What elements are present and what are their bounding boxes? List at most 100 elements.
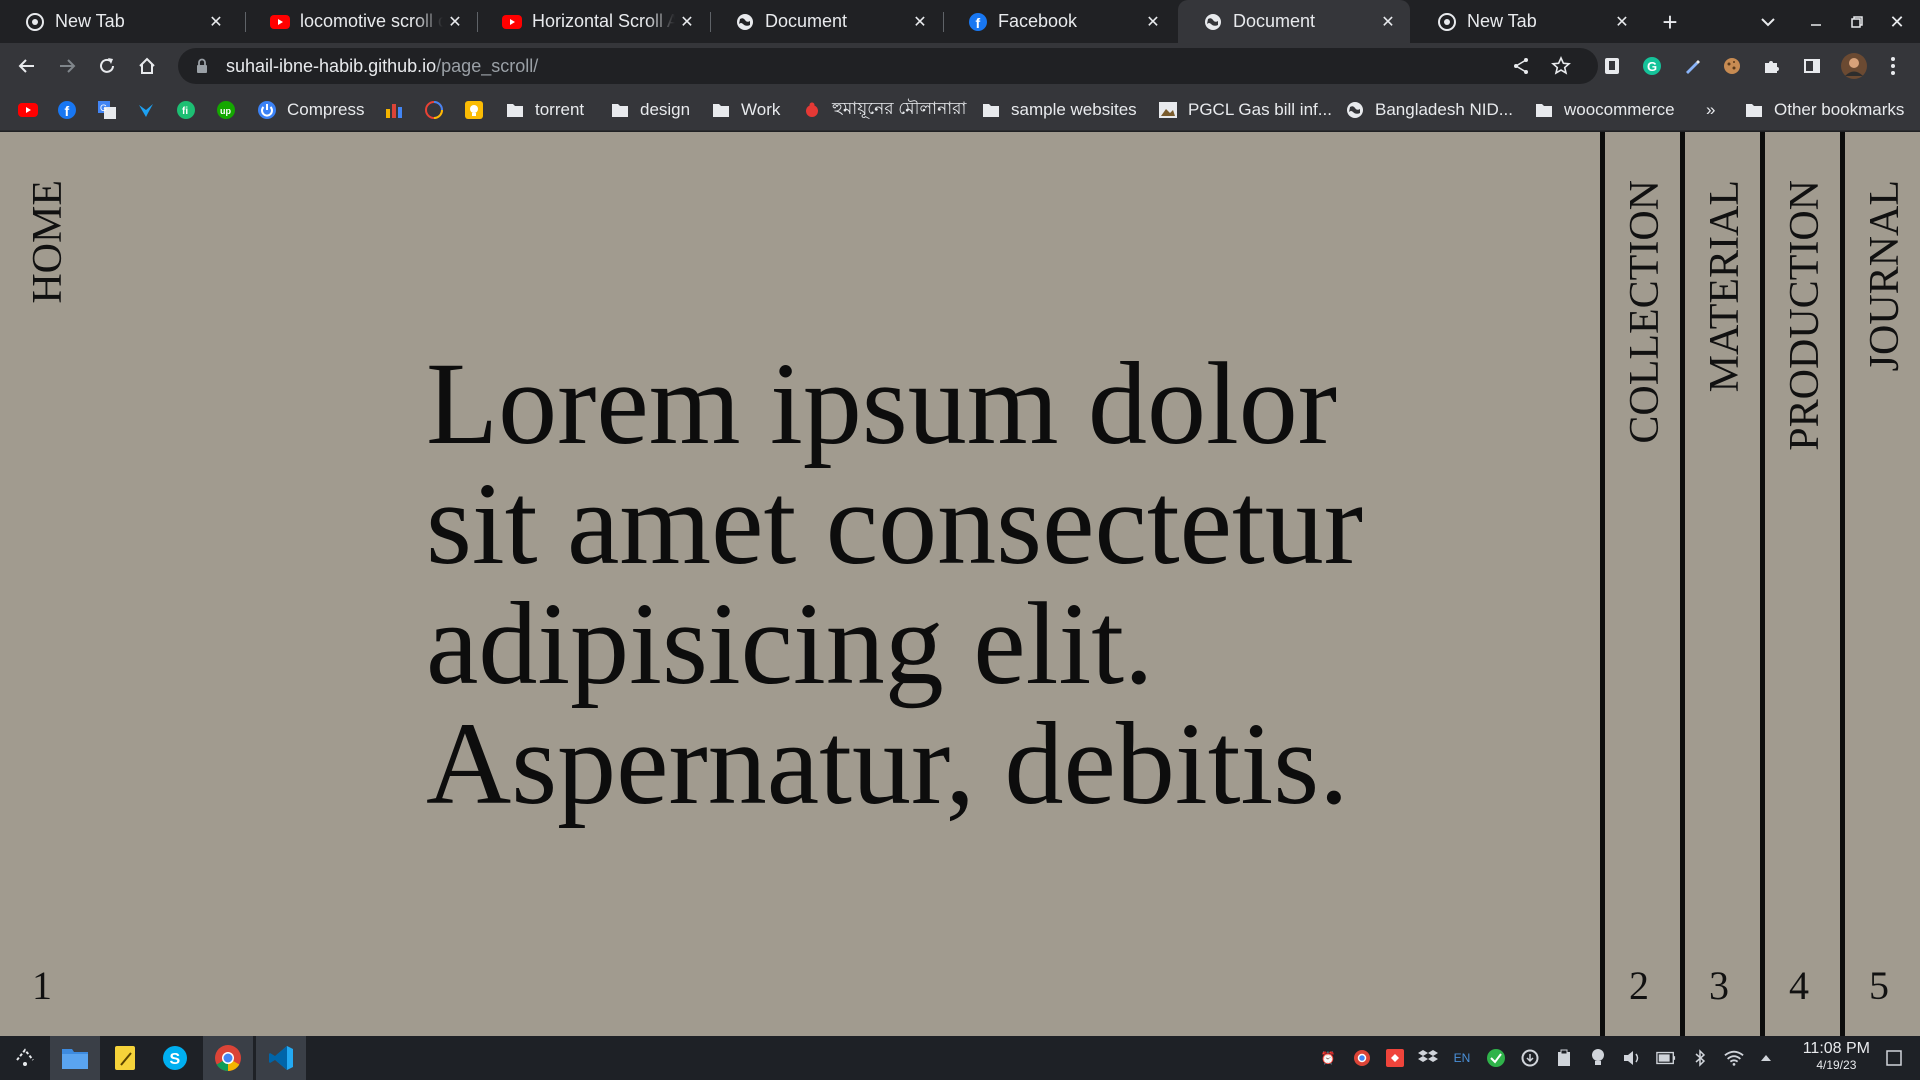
extension-cookie-icon[interactable] (1721, 55, 1743, 77)
share-icon[interactable] (1510, 55, 1532, 77)
material-label[interactable]: MATERIAL (1701, 180, 1749, 392)
bookmark-bangladesh-nid[interactable]: Bangladesh NID... (1345, 99, 1513, 121)
launcher-icon[interactable] (0, 1036, 50, 1080)
chrome-icon[interactable] (203, 1036, 253, 1080)
back-button[interactable] (11, 50, 43, 82)
bookmark-ring[interactable] (424, 99, 444, 121)
close-tab-icon[interactable]: ✕ (204, 10, 228, 34)
chrome-tray-icon[interactable] (1352, 1048, 1372, 1068)
bookmark-humayun[interactable]: হুমায়ূনের মৌলানারা (802, 99, 966, 121)
bookmark-label: woocommerce (1564, 100, 1675, 119)
panel-journal[interactable]: JOURNAL 5 (1840, 132, 1920, 1036)
svg-text:up: up (220, 106, 231, 116)
journal-label[interactable]: JOURNAL (1861, 180, 1909, 371)
chart-icon (384, 100, 404, 120)
image-icon (1158, 100, 1178, 120)
extensions-puzzle-icon[interactable] (1761, 55, 1783, 77)
home-button[interactable] (131, 50, 163, 82)
tray-expand-icon[interactable] (1756, 1048, 1776, 1068)
extension-pen-icon[interactable] (1681, 55, 1703, 77)
panel-production[interactable]: PRODUCTION 4 (1760, 132, 1840, 1036)
bluetooth-icon[interactable] (1690, 1048, 1710, 1068)
home-label[interactable]: HOME (24, 180, 72, 304)
bookmark-fiverr[interactable]: fi (176, 99, 196, 121)
minimize-icon[interactable] (1802, 8, 1830, 36)
tab[interactable]: Horizontal Scroll Animation ✕ (477, 0, 709, 43)
youtube-icon (502, 12, 522, 32)
production-label[interactable]: PRODUCTION (1781, 180, 1829, 451)
bookmark-bird[interactable] (136, 99, 156, 121)
bookmark-folder-woocommerce[interactable]: woocommerce (1534, 99, 1675, 121)
wifi-icon[interactable] (1724, 1048, 1744, 1068)
clipboard-icon[interactable] (1554, 1048, 1574, 1068)
tab[interactable]: locomotive scroll crash ✕ (245, 0, 477, 43)
language-indicator[interactable]: EN (1452, 1048, 1472, 1068)
collection-label[interactable]: COLLECTION (1621, 180, 1669, 444)
bookmark-folder-torrent[interactable]: torrent (505, 99, 584, 121)
tab[interactable]: Document ✕ (710, 0, 942, 43)
close-window-icon[interactable]: ✕ (1883, 8, 1911, 36)
svg-text:f: f (976, 15, 981, 31)
tab[interactable]: f Facebook ✕ (943, 0, 1175, 43)
bookmarks-overflow-button[interactable]: » (1706, 99, 1715, 121)
system-clock[interactable]: 11:08 PM 4/19/23 (1803, 1040, 1870, 1072)
address-bar[interactable]: suhail-ibne-habib.github.io/page_scroll/ (178, 48, 1598, 84)
lightbulb-icon[interactable] (1588, 1048, 1608, 1068)
reload-button[interactable] (91, 50, 123, 82)
extension-bitwarden-icon[interactable] (1601, 55, 1623, 77)
close-tab-icon[interactable]: ✕ (443, 10, 467, 34)
vscode-icon[interactable] (256, 1036, 306, 1080)
lock-icon[interactable] (192, 58, 212, 74)
bookmark-folder-design[interactable]: design (610, 99, 690, 121)
menu-kebab-icon[interactable] (1882, 55, 1904, 77)
tab-active[interactable]: Document ✕ (1178, 0, 1410, 43)
panel-home[interactable]: HOME Lorem ipsum dolor sit amet consecte… (4, 132, 1600, 1036)
tab[interactable]: New Tab ✕ (1412, 0, 1644, 43)
bookmark-chart[interactable] (384, 99, 404, 121)
check-icon[interactable] (1486, 1048, 1506, 1068)
close-tab-icon[interactable]: ✕ (1141, 10, 1165, 34)
bookmark-label: Work (741, 100, 781, 119)
tab-search-icon[interactable] (1754, 8, 1782, 36)
notes-icon[interactable] (100, 1036, 150, 1080)
folder-icon (1744, 100, 1764, 120)
show-desktop-icon[interactable] (1884, 1048, 1904, 1068)
anydesk-icon[interactable] (1385, 1048, 1405, 1068)
profile-avatar[interactable] (1841, 53, 1867, 79)
bookmark-compress[interactable]: Compress (257, 99, 364, 121)
panel-number: 5 (1869, 963, 1889, 1008)
close-tab-icon[interactable]: ✕ (908, 10, 932, 34)
restore-icon[interactable] (1843, 8, 1871, 36)
svg-text:G: G (1647, 59, 1657, 74)
bookmark-bulb[interactable] (464, 99, 484, 121)
bookmark-folder-sample-websites[interactable]: sample websites (981, 99, 1137, 121)
panel-number: 2 (1629, 963, 1649, 1008)
bookmark-folder-work[interactable]: Work (711, 99, 780, 121)
bookmark-translate[interactable]: G (97, 99, 117, 121)
close-tab-icon[interactable]: ✕ (1376, 10, 1400, 34)
extension-grammarly-icon[interactable]: G (1641, 55, 1663, 77)
bookmark-star-icon[interactable] (1550, 55, 1572, 77)
tab-title: Document (1233, 11, 1316, 31)
bookmark-youtube[interactable] (18, 99, 38, 121)
file-manager-icon[interactable] (50, 1036, 100, 1080)
alarm-icon[interactable]: ⏰ (1318, 1048, 1338, 1068)
bookmark-facebook[interactable]: f (57, 99, 77, 121)
bookmark-pgcl[interactable]: PGCL Gas bill inf... (1158, 99, 1332, 121)
close-tab-icon[interactable]: ✕ (675, 10, 699, 34)
close-tab-icon[interactable]: ✕ (1610, 10, 1634, 34)
bookmark-folder-other[interactable]: Other bookmarks (1744, 99, 1904, 121)
panel-collection[interactable]: COLLECTION 2 (1600, 132, 1680, 1036)
tab[interactable]: New Tab ✕ (0, 0, 238, 43)
side-panel-icon[interactable] (1801, 55, 1823, 77)
forward-button[interactable] (51, 50, 83, 82)
bookmark-upwork[interactable]: up (216, 99, 236, 121)
update-icon[interactable] (1520, 1048, 1540, 1068)
volume-icon[interactable] (1622, 1048, 1642, 1068)
battery-icon[interactable] (1656, 1048, 1676, 1068)
skype-icon[interactable]: S (150, 1036, 200, 1080)
new-tab-button[interactable]: + (1656, 7, 1684, 37)
dropbox-icon[interactable] (1418, 1048, 1438, 1068)
panel-material[interactable]: MATERIAL 3 (1680, 132, 1760, 1036)
hero-text: Lorem ipsum dolor sit amet consectetur a… (426, 338, 1364, 829)
